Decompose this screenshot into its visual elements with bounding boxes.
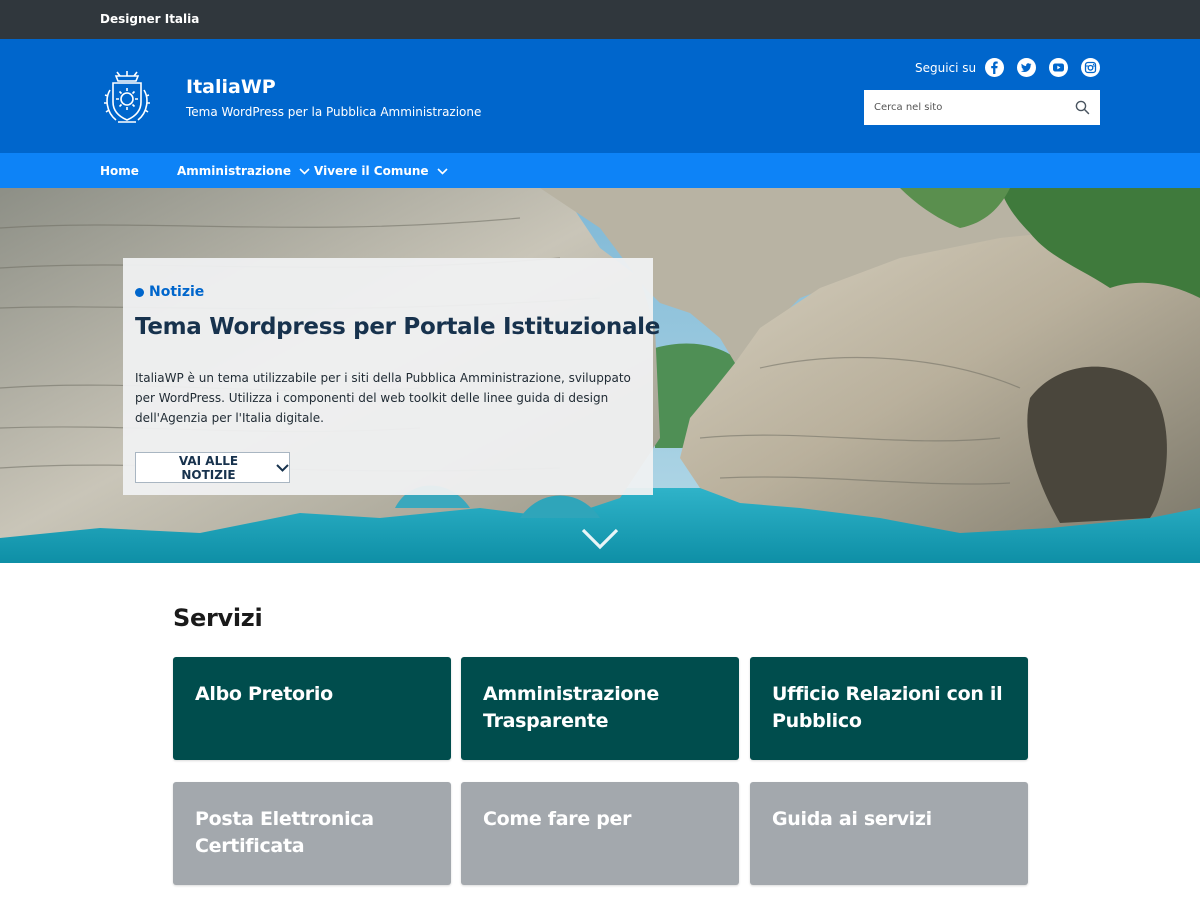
- main-nav: Home Amministrazione Vivere il Comune: [0, 153, 1200, 188]
- nav-item-amministrazione[interactable]: Amministrazione: [177, 164, 310, 178]
- nav-item-home[interactable]: Home: [100, 164, 139, 178]
- service-tile-label: Ufficio Relazioni con il Pubblico: [772, 683, 1003, 732]
- site-header: ItaliaWP Tema WordPress per la Pubblica …: [0, 39, 1200, 153]
- chevron-down-icon: [437, 167, 448, 175]
- nav-item-label: Home: [100, 164, 139, 178]
- hero-category-label: Notizie: [149, 284, 205, 300]
- category-dot-icon: [135, 287, 144, 297]
- site-tagline: Tema WordPress per la Pubblica Amministr…: [186, 105, 482, 119]
- service-tile-label: Albo Pretorio: [195, 683, 333, 705]
- service-tile-guida-ai-servizi[interactable]: Guida ai servizi: [750, 782, 1028, 885]
- search-box: [864, 90, 1100, 125]
- org-link[interactable]: Designer Italia: [100, 12, 199, 26]
- hero-card: Notizie Tema Wordpress per Portale Istit…: [123, 258, 660, 495]
- hero-section: Notizie Tema Wordpress per Portale Istit…: [0, 188, 1200, 563]
- service-tile-label: Posta Elettronica Certificata: [195, 808, 374, 857]
- services-heading: Servizi: [173, 604, 263, 632]
- nav-item-vivere-il-comune[interactable]: Vivere il Comune: [314, 164, 448, 178]
- service-tile-come-fare-per[interactable]: Come fare per: [461, 782, 739, 885]
- view-news-button-label: VAI ALLE NOTIZIE: [178, 453, 239, 482]
- top-bar: Designer Italia: [0, 0, 1200, 39]
- twitter-icon[interactable]: [1017, 58, 1036, 77]
- hero-description: ItaliaWP è un tema utilizzabile per i si…: [135, 371, 631, 425]
- service-tile-urp[interactable]: Ufficio Relazioni con il Pubblico: [750, 657, 1028, 760]
- service-tile-label: Guida ai servizi: [772, 808, 932, 830]
- hero-title[interactable]: Tema Wordpress per Portale Istituzionale: [135, 314, 660, 340]
- service-tile-pec[interactable]: Posta Elettronica Certificata: [173, 782, 451, 885]
- search-input[interactable]: [864, 90, 1064, 125]
- municipality-logo[interactable]: [102, 70, 152, 126]
- chevron-down-icon: [276, 461, 289, 475]
- nav-item-label: Vivere il Comune: [314, 164, 429, 178]
- instagram-icon[interactable]: [1081, 58, 1100, 77]
- site-name[interactable]: ItaliaWP: [186, 76, 276, 98]
- facebook-icon[interactable]: [985, 58, 1004, 77]
- service-tile-label: Amministrazione Trasparente: [483, 683, 659, 732]
- follow-label: Seguici su: [915, 61, 977, 75]
- scroll-down-icon[interactable]: [581, 528, 619, 554]
- nav-item-label: Amministrazione: [177, 164, 291, 178]
- youtube-icon[interactable]: [1049, 58, 1068, 77]
- service-tile-label: Come fare per: [483, 808, 632, 830]
- service-tile-albo-pretorio[interactable]: Albo Pretorio: [173, 657, 451, 760]
- view-news-button[interactable]: VAI ALLE NOTIZIE: [135, 452, 290, 483]
- chevron-down-icon: [299, 167, 310, 175]
- search-icon[interactable]: [1075, 100, 1090, 119]
- service-tile-amministrazione-trasparente[interactable]: Amministrazione Trasparente: [461, 657, 739, 760]
- hero-category[interactable]: Notizie: [135, 284, 204, 300]
